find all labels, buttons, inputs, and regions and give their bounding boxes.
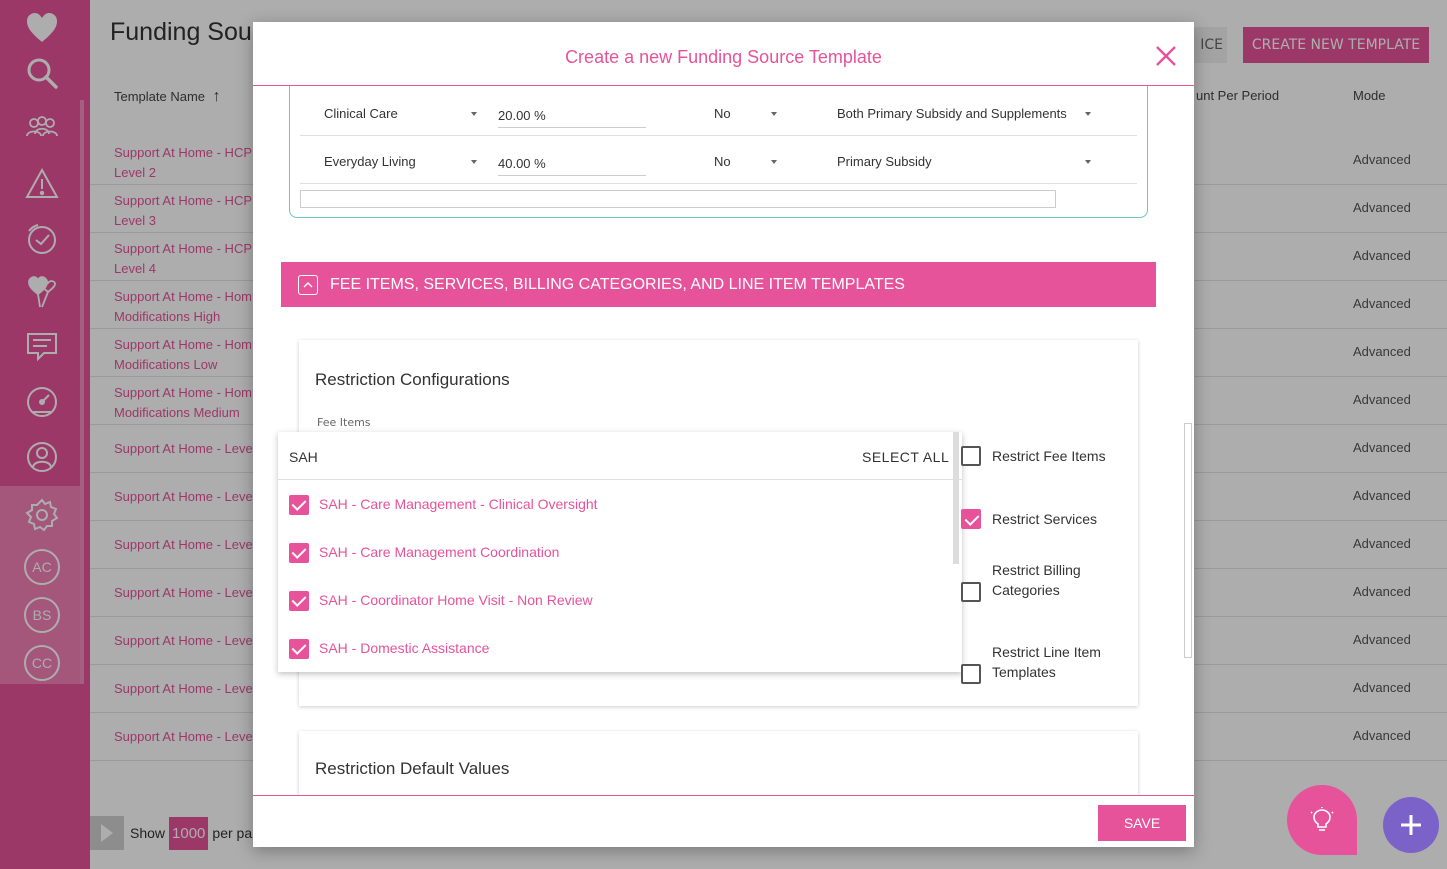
caret-down-icon[interactable] (471, 160, 477, 164)
checkbox-checked[interactable] (289, 591, 309, 611)
restriction-default-values-card: Restriction Default Values (299, 731, 1138, 795)
lightbulb-icon (1310, 807, 1334, 831)
caret-down-icon[interactable] (1085, 160, 1091, 164)
caret-down-icon[interactable] (1085, 112, 1091, 116)
modal-scrollbar[interactable] (1184, 423, 1192, 658)
subsidy-select[interactable]: Primary Subsidy (837, 154, 932, 169)
horizontal-scrollbar[interactable] (300, 190, 1056, 208)
restrict-billing-categories-checkbox[interactable] (961, 582, 981, 602)
dropdown-header: SAH SELECT ALL (278, 432, 962, 480)
flag-select[interactable]: No (714, 154, 731, 169)
fee-items-label: Fee Items (317, 416, 371, 429)
add-fab[interactable] (1383, 797, 1439, 853)
restrict-line-item-templates-checkbox[interactable] (961, 664, 981, 684)
caret-down-icon[interactable] (771, 112, 777, 116)
card-title: Restriction Default Values (315, 759, 510, 778)
list-item[interactable]: SAH - Care Management - Clinical Oversig… (278, 481, 962, 529)
fee-items-search-input[interactable]: SAH (289, 449, 318, 465)
restrict-services-checkbox[interactable] (961, 509, 981, 529)
modal-header: Create a new Funding Source Template (253, 22, 1194, 86)
select-all-button[interactable]: SELECT ALL (862, 449, 949, 465)
caret-down-icon[interactable] (471, 112, 477, 116)
subsidy-select[interactable]: Both Primary Subsidy and Supplements (837, 106, 1067, 121)
checkbox-checked[interactable] (289, 495, 309, 515)
caret-down-icon[interactable] (771, 160, 777, 164)
list-item[interactable]: SAH - Care Management Coordination (278, 529, 962, 577)
list-item[interactable]: SAH - Coordinator Home Visit - Non Revie… (278, 577, 962, 625)
table-row: Clinical Care 20.00 % No Both Primary Su… (300, 88, 1137, 136)
category-select[interactable]: Everyday Living (324, 154, 416, 169)
table-row: Everyday Living 40.00 % No Primary Subsi… (300, 136, 1137, 184)
chevron-up-icon[interactable] (298, 274, 318, 295)
plus-icon (1401, 815, 1421, 835)
percent-input[interactable]: 40.00 % (498, 144, 646, 176)
section-title: FEE ITEMS, SERVICES, BILLING CATEGORIES,… (330, 275, 905, 293)
modal-body: Clinical Care 20.00 % No Both Primary Su… (253, 86, 1194, 795)
funding-allocation-table: Clinical Care 20.00 % No Both Primary Su… (289, 86, 1148, 218)
checkbox-checked[interactable] (289, 543, 309, 563)
modal-title: Create a new Funding Source Template (565, 47, 882, 67)
list-item[interactable]: SAH - Domestic Assistance (278, 625, 962, 673)
save-button[interactable]: SAVE (1098, 805, 1186, 841)
percent-input[interactable]: 20.00 % (498, 96, 646, 128)
create-funding-source-template-modal: Create a new Funding Source Template Cli… (253, 22, 1194, 847)
checkbox-checked[interactable] (289, 639, 309, 659)
category-select[interactable]: Clinical Care (324, 106, 398, 121)
dropdown-scrollbar[interactable] (953, 432, 959, 564)
fee-items-dropdown: SAH SELECT ALL SAH - Care Management - C… (278, 432, 962, 672)
modal-footer: SAVE (253, 795, 1194, 847)
close-icon[interactable] (1154, 44, 1178, 68)
section-header-fee-items[interactable]: FEE ITEMS, SERVICES, BILLING CATEGORIES,… (281, 262, 1156, 307)
card-title: Restriction Configurations (315, 370, 510, 389)
restrict-fee-items-checkbox[interactable] (961, 446, 981, 466)
lightbulb-fab[interactable] (1287, 785, 1357, 855)
flag-select[interactable]: No (714, 106, 731, 121)
